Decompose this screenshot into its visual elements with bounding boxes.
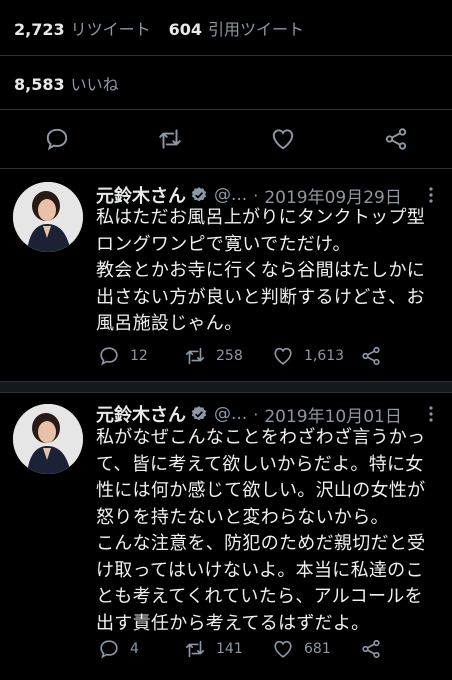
separator-dot: ·: [253, 185, 259, 205]
retweet-count: 141: [216, 641, 243, 657]
likes-stats: 8,583 いいね: [0, 56, 452, 110]
quotes-stat[interactable]: 604 引用ツイート: [169, 16, 304, 40]
like-icon[interactable]: [270, 126, 296, 152]
share-button[interactable]: [360, 638, 382, 660]
retweet-quote-stats: 2,723 リツイート 604 引用ツイート: [0, 0, 452, 56]
reply-button[interactable]: 4: [98, 638, 139, 660]
reply-icon: [100, 640, 118, 659]
like-button[interactable]: 681: [272, 638, 331, 660]
like-button[interactable]: 1,613: [272, 345, 344, 367]
retweet-icon: [185, 640, 205, 658]
likes-count: 8,583: [14, 74, 65, 94]
share-button[interactable]: [360, 345, 382, 367]
retweet-icon[interactable]: [157, 126, 183, 152]
quotes-count: 604: [168, 19, 203, 39]
like-icon: [274, 640, 292, 658]
verified-badge-icon: [191, 406, 207, 421]
reply-count: 4: [130, 641, 139, 657]
tweet-actions: 4 141 681: [96, 638, 436, 662]
display-name[interactable]: 元鈴木さん: [96, 401, 186, 427]
retweet-button[interactable]: 258: [184, 345, 243, 367]
tweet-text: 私がなぜこんなことをわざわざ言うかっ て、皆に考えて欲しいからだよ。特に女 性に…: [96, 427, 426, 634]
tweet-text: 私はただお風呂上がりにタンクトップ型 ロングワンピで寛いでただけ。 教会とかお寺…: [96, 207, 426, 334]
tweet-date[interactable]: 2019年09月29日: [264, 183, 402, 208]
avatar[interactable]: [13, 182, 83, 252]
verified-badge-icon: [191, 187, 207, 202]
separator-dot: ·: [253, 404, 259, 424]
retweets-label: リツイート: [70, 19, 151, 39]
like-count: 681: [304, 641, 331, 657]
share-icon: [362, 639, 380, 659]
reply-count: 12: [130, 348, 148, 364]
avatar-photo-icon: [13, 182, 83, 252]
reply-button[interactable]: 12: [98, 345, 148, 367]
tweet-actions: 12 258 1,613: [96, 345, 436, 369]
quotes-label: 引用ツイート: [208, 19, 305, 39]
reply-icon[interactable]: [44, 126, 70, 152]
retweets-count: 2,723: [14, 19, 65, 39]
tweet-date[interactable]: 2019年10月01日: [264, 402, 402, 427]
likes-label: いいね: [70, 74, 119, 94]
avatar-photo-icon: [13, 404, 83, 474]
share-icon[interactable]: [383, 126, 409, 152]
reply-icon: [100, 347, 118, 366]
more-icon[interactable]: [422, 404, 440, 424]
handle[interactable]: @...: [214, 185, 247, 205]
retweet-button[interactable]: 141: [184, 638, 243, 660]
share-icon: [362, 346, 380, 366]
more-icon[interactable]: [422, 185, 440, 205]
like-icon: [274, 347, 292, 365]
handle[interactable]: @...: [214, 404, 247, 424]
retweet-icon: [185, 347, 205, 365]
tweet[interactable]: 元鈴木さん @... · 2019年09月29日 私はただお風呂上がりにタンクト…: [0, 169, 452, 381]
tweet[interactable]: 元鈴木さん @... · 2019年10月01日 私がなぜこんなことをわざわざ言…: [0, 392, 452, 680]
tweet-header: 元鈴木さん @... · 2019年10月01日: [96, 401, 402, 427]
main-action-bar: [0, 110, 452, 169]
likes-stat[interactable]: 8,583 いいね: [14, 71, 119, 95]
like-count: 1,613: [304, 348, 345, 364]
retweet-count: 258: [216, 348, 243, 364]
retweets-stat[interactable]: 2,723 リツイート: [14, 16, 151, 40]
tweet-header: 元鈴木さん @... · 2019年09月29日: [96, 183, 402, 208]
avatar[interactable]: [13, 404, 83, 474]
